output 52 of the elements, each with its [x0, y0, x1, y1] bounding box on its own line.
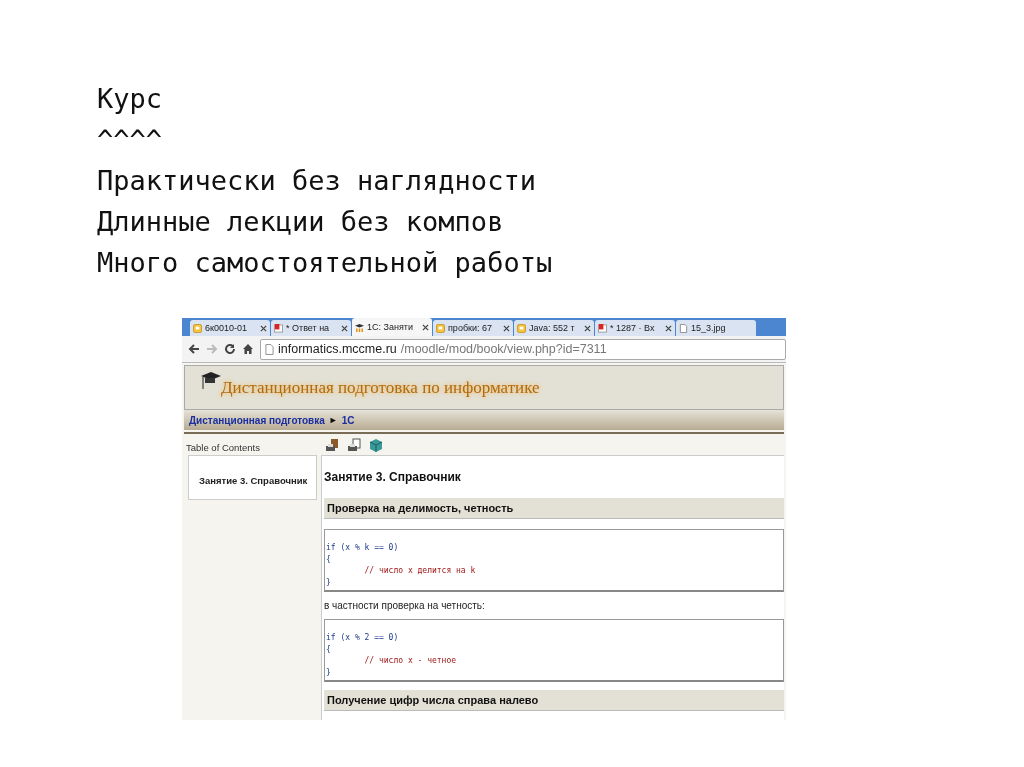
site-title: Дистанционная подготовка по информатике: [221, 377, 540, 398]
code-line: if (x % k == 0): [326, 542, 399, 554]
code-line: // число x делится на k: [363, 565, 476, 577]
close-icon[interactable]: [584, 324, 591, 332]
breadcrumb-link[interactable]: Дистанционная подготовка: [189, 414, 325, 426]
browser-tab[interactable]: Java: 552 т: [514, 320, 594, 336]
printer-icon[interactable]: [347, 438, 361, 452]
slide-text-line: Много самостоятельной работы: [97, 246, 553, 280]
close-icon[interactable]: [422, 323, 429, 331]
reload-icon[interactable]: [224, 343, 236, 355]
document-icon: [679, 323, 688, 333]
toc-item[interactable]: Занятие 3. Справочник: [199, 475, 308, 486]
breadcrumb-separator: ►: [328, 415, 338, 425]
slide-text-line: Длинные лекции без компов: [97, 205, 504, 239]
browser-tab[interactable]: 15_3.jpg: [676, 320, 756, 336]
slide-text-line: ^^^^: [97, 123, 163, 157]
code-line: // число x - четное: [363, 655, 457, 667]
section-heading: Получение цифр числа справа налево: [324, 690, 784, 711]
paragraph: в частности проверка на четность:: [324, 600, 486, 611]
close-icon[interactable]: [260, 324, 267, 332]
browser-tab[interactable]: 1С: Заняти: [352, 318, 432, 336]
back-icon[interactable]: [188, 343, 200, 355]
printer-icon[interactable]: [325, 438, 339, 452]
home-icon[interactable]: [242, 343, 254, 355]
mortarboard-icon: [355, 322, 364, 332]
note-icon: [436, 323, 445, 333]
browser-tab[interactable]: пробки: 67: [433, 320, 513, 336]
page-title: Занятие 3. Справочник: [324, 470, 462, 484]
book-icon: [598, 323, 607, 333]
browser-tab[interactable]: * Ответ на: [271, 320, 351, 336]
breadcrumb-link[interactable]: 1С: [341, 414, 355, 426]
code-line: }: [326, 666, 331, 678]
note-icon: [193, 323, 202, 333]
address-field[interactable]: informatics.mccme.ru /moodle/mod/book/view.php?id=7311: [260, 338, 786, 360]
mortarboard-icon: [201, 370, 221, 390]
code-line: {: [326, 553, 331, 565]
cube-icon[interactable]: [369, 438, 383, 452]
close-icon[interactable]: [503, 324, 510, 332]
close-icon[interactable]: [341, 324, 348, 332]
note-icon: [517, 323, 526, 333]
slide-text-line: Практически без наглядности: [97, 164, 536, 198]
code-line: if (x % 2 == 0): [326, 632, 399, 644]
book-icon: [274, 323, 283, 333]
browser-tab[interactable]: * 1287 · Вх: [595, 320, 675, 336]
close-icon[interactable]: [665, 324, 672, 332]
code-line: {: [326, 643, 331, 655]
code-line: }: [326, 576, 331, 588]
slide-text-line: Курс: [97, 82, 163, 116]
toc-heading: Table of Contents: [185, 441, 261, 455]
section-heading: Проверка на делимость, четность: [324, 498, 784, 519]
page-icon: [265, 343, 274, 355]
browser-tab[interactable]: 6к0010-01: [190, 320, 270, 336]
